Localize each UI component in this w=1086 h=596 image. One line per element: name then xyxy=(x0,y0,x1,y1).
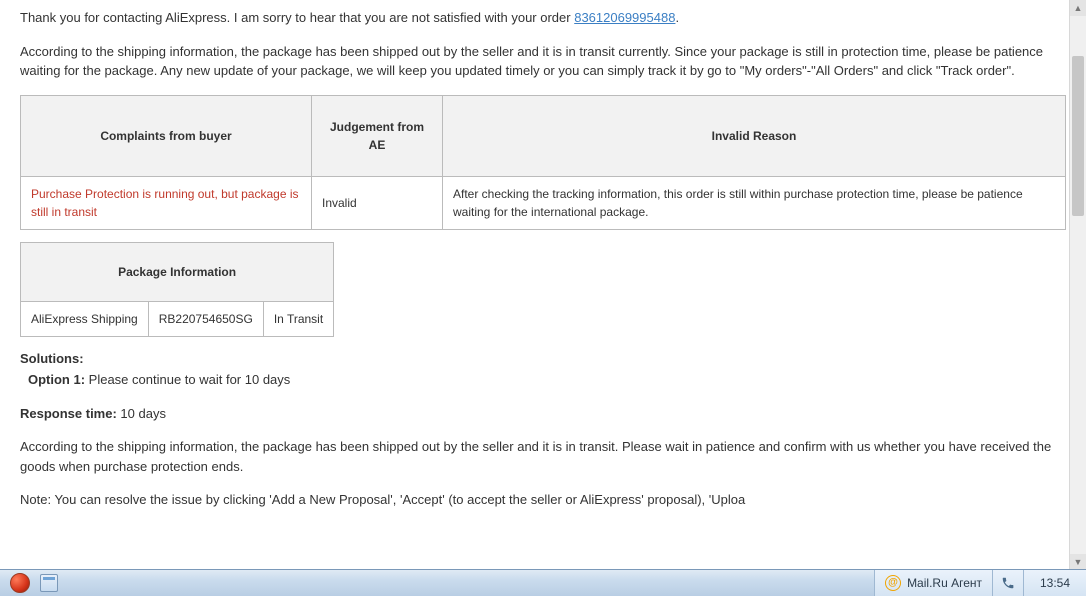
followup-paragraph: According to the shipping information, t… xyxy=(20,437,1066,476)
response-time-line: Response time: 10 days xyxy=(20,404,1066,424)
table-row: Purchase Protection is running out, but … xyxy=(21,176,1066,229)
browser-icon[interactable] xyxy=(40,574,58,592)
col-complaints: Complaints from buyer xyxy=(21,95,312,176)
message-body: Thank you for contacting AliExpress. I a… xyxy=(0,0,1086,510)
solutions-heading: Solutions: xyxy=(20,349,1066,369)
at-icon: @ xyxy=(885,575,901,591)
phone-button[interactable] xyxy=(992,570,1023,596)
note-paragraph: Note: You can resolve the issue by click… xyxy=(20,490,1066,510)
option-1-line: Option 1: Please continue to wait for 10… xyxy=(28,370,1066,390)
shipping-info-paragraph: According to the shipping information, t… xyxy=(20,42,1066,81)
cell-carrier: AliExpress Shipping xyxy=(21,301,149,336)
col-package-info: Package Information xyxy=(21,242,334,301)
order-number-link[interactable]: 83612069995488 xyxy=(574,10,675,25)
col-judgement: Judgement from AE xyxy=(312,95,443,176)
mail-agent-label: Mail.Ru Агент xyxy=(907,576,982,590)
package-table: Package Information AliExpress Shipping … xyxy=(20,242,334,337)
cell-complaint: Purchase Protection is running out, but … xyxy=(21,176,312,229)
system-tray: @ Mail.Ru Агент 13:54 xyxy=(874,570,1086,596)
cell-tracking: RB220754650SG xyxy=(148,301,263,336)
scroll-up-arrow[interactable]: ▲ xyxy=(1070,0,1086,16)
scroll-thumb[interactable] xyxy=(1072,56,1084,216)
response-time-value: 10 days xyxy=(117,406,166,421)
cell-status: In Transit xyxy=(263,301,333,336)
taskbar: @ Mail.Ru Агент 13:54 xyxy=(0,569,1086,596)
clock-time: 13:54 xyxy=(1040,576,1070,590)
solutions-label: Solutions: xyxy=(20,351,84,366)
start-orb-icon[interactable] xyxy=(10,573,30,593)
cell-reason: After checking the tracking information,… xyxy=(443,176,1066,229)
taskbar-left xyxy=(0,570,58,596)
phone-icon xyxy=(1001,576,1015,590)
complaint-table: Complaints from buyer Judgement from AE … xyxy=(20,95,1066,230)
mail-agent-button[interactable]: @ Mail.Ru Агент xyxy=(874,570,992,596)
cell-judgement: Invalid xyxy=(312,176,443,229)
vertical-scrollbar[interactable]: ▲ ▼ xyxy=(1069,0,1086,570)
table-header-row: Package Information xyxy=(21,242,334,301)
intro-paragraph: Thank you for contacting AliExpress. I a… xyxy=(20,8,1066,28)
table-row: AliExpress Shipping RB220754650SG In Tra… xyxy=(21,301,334,336)
col-reason: Invalid Reason xyxy=(443,95,1066,176)
option-1-text: Please continue to wait for 10 days xyxy=(85,372,290,387)
intro-text-post: . xyxy=(675,10,679,25)
table-header-row: Complaints from buyer Judgement from AE … xyxy=(21,95,1066,176)
intro-text-pre: Thank you for contacting AliExpress. I a… xyxy=(20,10,574,25)
scroll-down-arrow[interactable]: ▼ xyxy=(1070,554,1086,570)
option-1-label: Option 1: xyxy=(28,372,85,387)
scroll-track[interactable] xyxy=(1070,16,1086,554)
clock[interactable]: 13:54 xyxy=(1023,570,1086,596)
response-time-label: Response time: xyxy=(20,406,117,421)
